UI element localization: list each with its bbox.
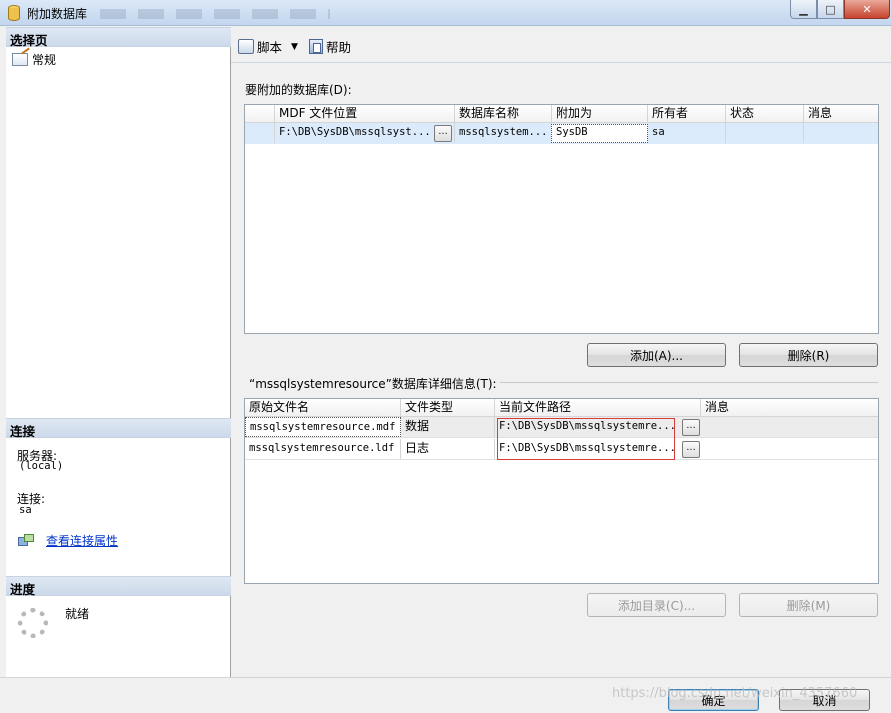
- view-connection-properties[interactable]: 查看连接属性: [18, 532, 118, 549]
- column-header-message[interactable]: 消息: [701, 399, 878, 417]
- connection-properties-icon: [18, 534, 34, 547]
- watermark-text: https://blog.csdn.net/weixin_4357660: [612, 686, 858, 701]
- page-item-general[interactable]: 常规: [12, 51, 56, 68]
- progress-status: 就绪: [65, 607, 90, 621]
- message-cell: [701, 417, 878, 437]
- database-icon: [8, 5, 20, 21]
- minimize-button[interactable]: ▁: [790, 0, 817, 19]
- column-header-db-name[interactable]: 数据库名称: [455, 105, 552, 123]
- status-cell: [726, 123, 804, 143]
- add-catalog-button[interactable]: 添加目录(C)...: [587, 593, 726, 617]
- close-button[interactable]: ✕: [844, 0, 890, 19]
- help-icon: [309, 39, 323, 54]
- browse-path-button[interactable]: ...: [682, 441, 700, 458]
- window-title: 附加数据库: [27, 7, 88, 21]
- maximize-button[interactable]: □: [817, 0, 844, 19]
- progress-header: 进度: [6, 576, 231, 597]
- title-bar-background-text: [100, 9, 330, 19]
- close-icon: ✕: [862, 2, 872, 16]
- remove-file-button[interactable]: 删除(M): [739, 593, 878, 617]
- original-name-cell[interactable]: mssqlsystemresource.mdf: [245, 417, 401, 437]
- maximize-icon: □: [825, 2, 836, 16]
- database-details-label: “mssqlsystemresource”数据库详细信息(T):: [249, 377, 497, 391]
- browse-path-button[interactable]: ...: [682, 419, 700, 436]
- column-header-owner[interactable]: 所有者: [648, 105, 726, 123]
- progress-spinner-icon: [18, 608, 48, 638]
- message-cell: [804, 123, 878, 143]
- page-item-label: 常规: [32, 53, 57, 67]
- attach-as-input[interactable]: SysDB: [552, 123, 648, 143]
- table-row[interactable]: F:\DB\SysDB\mssqlsyst... ... mssqlsystem…: [245, 123, 878, 144]
- file-type-cell[interactable]: 数据: [401, 417, 495, 437]
- help-button[interactable]: 帮助: [309, 37, 351, 56]
- row-header-column: [245, 105, 275, 123]
- column-header-message[interactable]: 消息: [804, 105, 878, 123]
- message-cell: [701, 439, 878, 459]
- connection-value: sa: [19, 504, 32, 516]
- db-name-cell[interactable]: mssqlsystem...: [455, 123, 552, 143]
- connection-header: 连接: [6, 418, 231, 439]
- row-selector[interactable]: [245, 123, 275, 143]
- section-divider: [500, 382, 878, 383]
- attach-databases-grid[interactable]: MDF 文件位置 数据库名称 附加为 所有者 状态 消息 F:\DB\SysDB…: [244, 104, 879, 334]
- add-database-button[interactable]: 添加(A)...: [587, 343, 726, 367]
- view-connection-properties-link[interactable]: 查看连接属性: [46, 532, 118, 549]
- toolbar: 脚本 ▼ 帮助: [231, 27, 891, 63]
- left-panel: 选择页 常规 连接 服务器: (local) 连接: sa 查看连接属性 进度 …: [6, 27, 231, 677]
- column-header-current-path[interactable]: 当前文件路径: [495, 399, 701, 417]
- file-type-cell[interactable]: 日志: [401, 439, 495, 459]
- minimize-icon: ▁: [799, 2, 808, 16]
- mdf-location-cell[interactable]: F:\DB\SysDB\mssqlsyst...: [275, 123, 455, 143]
- server-value: (local): [19, 460, 64, 472]
- column-header-mdf[interactable]: MDF 文件位置: [275, 105, 455, 123]
- select-page-header: 选择页: [6, 27, 231, 48]
- column-header-file-type[interactable]: 文件类型: [401, 399, 495, 417]
- help-label: 帮助: [326, 40, 352, 55]
- browse-mdf-button[interactable]: ...: [434, 125, 452, 142]
- script-label: 脚本: [257, 40, 283, 55]
- column-header-attach-as[interactable]: 附加为: [552, 105, 648, 123]
- path-highlight-box: [497, 418, 675, 460]
- attach-databases-label: 要附加的数据库(D):: [245, 83, 352, 97]
- script-button[interactable]: 脚本 ▼: [238, 37, 298, 56]
- remove-database-button[interactable]: 删除(R): [739, 343, 878, 367]
- owner-cell[interactable]: sa: [648, 123, 726, 143]
- title-bar: 附加数据库 ▁ □ ✕: [0, 0, 891, 26]
- database-details-grid[interactable]: 原始文件名 文件类型 当前文件路径 消息 mssqlsystemresource…: [244, 398, 879, 584]
- original-name-cell[interactable]: mssqlsystemresource.ldf: [245, 439, 401, 459]
- column-header-status[interactable]: 状态: [726, 105, 804, 123]
- chevron-down-icon[interactable]: ▼: [291, 42, 298, 52]
- properties-page-icon: [12, 53, 28, 66]
- column-header-original-name[interactable]: 原始文件名: [245, 399, 401, 417]
- script-icon: [238, 39, 254, 54]
